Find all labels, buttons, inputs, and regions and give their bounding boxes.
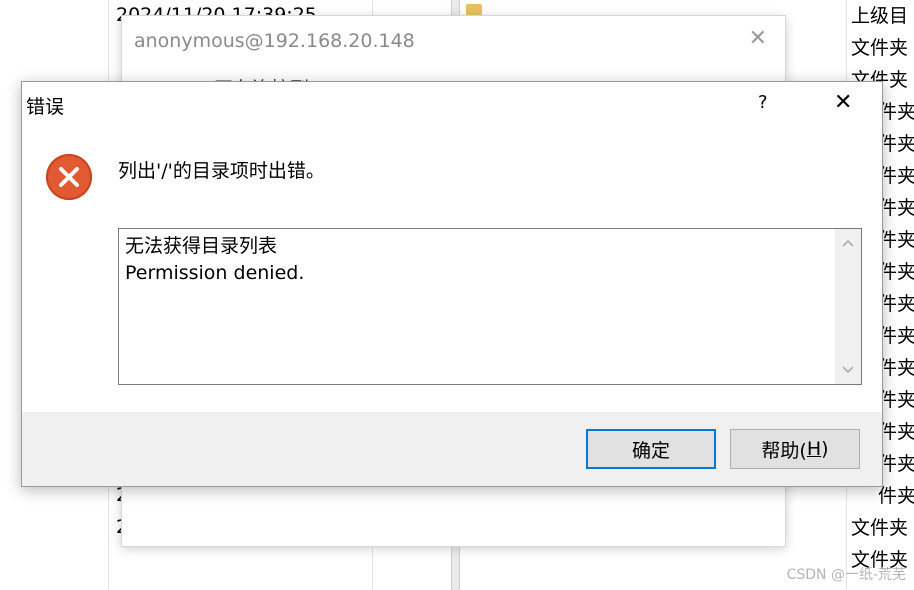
file-type-cell: 件夹: [878, 389, 914, 411]
help-label-key: H: [806, 438, 822, 460]
file-type-cell: 件夹: [878, 133, 914, 155]
error-message: 列出'/'的目录项时出错。: [118, 160, 325, 182]
file-type-cell: 件夹: [878, 101, 914, 123]
file-type-cell: 件夹: [878, 421, 914, 443]
dialog-footer: 确定 帮助(H): [22, 412, 882, 486]
file-type-cell: 件夹: [878, 453, 914, 475]
file-type-cell: 件夹: [878, 357, 914, 379]
file-type-cell: 文件夹: [851, 517, 909, 539]
file-type-cell: 件夹: [878, 325, 914, 347]
error-details-text: 无法获得目录列表 Permission denied.: [125, 233, 304, 287]
chevron-up-icon[interactable]: [835, 231, 861, 255]
file-type-cell: 件夹: [878, 197, 914, 219]
error-details-textbox[interactable]: 无法获得目录列表 Permission denied.: [118, 228, 862, 385]
close-icon[interactable]: ✕: [834, 90, 852, 115]
status-window-title: anonymous@192.168.20.148: [134, 30, 415, 52]
detail-line: 无法获得目录列表: [125, 235, 278, 257]
error-dialog: 错误 ? ✕ 列出'/'的目录项时出错。 无法获得目录列表 Permission…: [21, 81, 883, 487]
help-label-suffix: ): [821, 438, 829, 460]
vertical-scrollbar[interactable]: [835, 229, 861, 384]
file-type-cell: 文件夹: [851, 37, 909, 59]
help-label-prefix: 帮助(: [761, 439, 807, 462]
help-icon[interactable]: ?: [758, 92, 768, 113]
file-type-cell: 件夹: [878, 165, 914, 187]
dialog-title: 错误: [26, 96, 65, 118]
watermark: CSDN @一纸-荒芜: [786, 567, 906, 583]
ok-button[interactable]: 确定: [586, 429, 716, 469]
close-icon[interactable]: ✕: [749, 26, 767, 51]
file-type-cell: 件夹: [878, 229, 914, 251]
help-button[interactable]: 帮助(H): [730, 429, 860, 469]
error-icon: [46, 154, 92, 200]
chevron-down-icon[interactable]: [835, 358, 861, 382]
detail-line: Permission denied.: [125, 262, 305, 284]
file-type-cell: 件夹: [878, 485, 914, 507]
file-type-cell: 件夹: [878, 261, 914, 283]
file-type-cell: 上级目: [851, 5, 909, 27]
file-type-cell: 件夹: [878, 293, 914, 315]
